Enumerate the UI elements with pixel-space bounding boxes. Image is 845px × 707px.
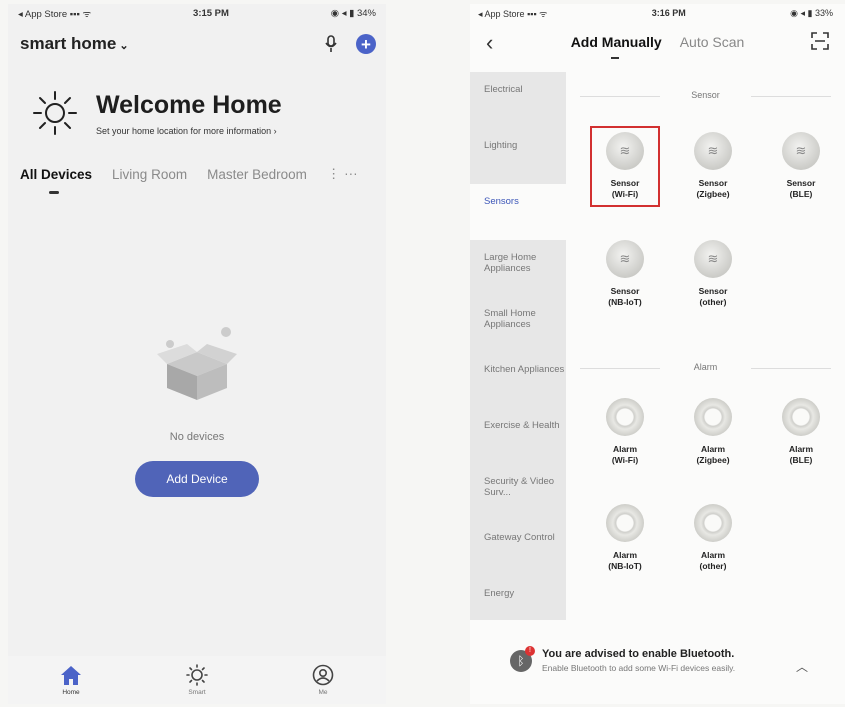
sensor-icon: ≋ (782, 132, 820, 170)
sensor-icon: ≋ (694, 132, 732, 170)
microphone-icon[interactable] (324, 35, 338, 53)
device-sensor-wifi[interactable]: ≋ Sensor (Wi-Fi) (590, 126, 660, 208)
tab-master-bedroom[interactable]: Master Bedroom (207, 167, 307, 182)
category-gateway-control[interactable]: Gateway Control (470, 520, 566, 576)
chevron-up-icon[interactable]: ︿ (796, 658, 808, 675)
bottom-tab-bar: Home Smart Me (8, 656, 386, 704)
device-sensor-zigbee[interactable]: ≋ Sensor (Zigbee) (678, 132, 748, 199)
room-tabs: All Devices Living Room Master Bedroom ⋮… (8, 166, 386, 194)
device-alarm-ble[interactable]: Alarm (BLE) (766, 398, 836, 465)
status-carrier: ◂ App Store ▪▪▪ ᯤ (478, 8, 548, 19)
more-tabs-button[interactable]: ⋮ ··· (327, 166, 358, 182)
chevron-down-icon: ⌄ (119, 40, 129, 52)
device-alarm-nbiot[interactable]: Alarm (NB-IoT) (590, 504, 660, 571)
category-sensors[interactable]: Sensors (470, 184, 566, 240)
status-time: 3:16 PM (651, 8, 686, 18)
device-alarm-wifi[interactable]: Alarm (Wi-Fi) (590, 398, 660, 465)
profile-icon (312, 664, 334, 686)
bluetooth-icon: ᛒ! (510, 646, 535, 672)
home-icon (61, 666, 81, 685)
warning-badge: ! (525, 646, 535, 656)
home-selector-label: smart home (20, 34, 117, 53)
add-icon[interactable]: + (356, 34, 376, 54)
category-small-home-appliances[interactable]: Small Home Appliances (470, 296, 566, 352)
section-alarm-header: Alarm (566, 362, 845, 372)
section-sensor-header: Sensor (566, 90, 845, 100)
welcome-subtitle: Set your home location for more informat… (96, 125, 277, 136)
category-large-home-appliances[interactable]: Large Home Appliances (470, 240, 566, 296)
welcome-banner[interactable]: Welcome Home Set your home location for … (8, 60, 386, 136)
category-sidebar: Electrical Lighting Sensors Large Home A… (470, 72, 566, 620)
sensor-icon: ≋ (694, 240, 732, 278)
tab-auto-scan[interactable]: Auto Scan (680, 34, 745, 50)
sensor-icon: ≋ (606, 132, 644, 170)
device-sensor-other[interactable]: ≋ Sensor (other) (678, 240, 748, 307)
smart-sun-icon (186, 664, 208, 686)
add-device-button[interactable]: Add Device (135, 461, 259, 497)
status-carrier: ◂ App Store ▪▪▪ ᯤ (18, 8, 92, 20)
header: smart home ⌄ + (8, 22, 386, 60)
category-electrical[interactable]: Electrical (470, 72, 566, 128)
home-screen: ◂ App Store ▪▪▪ ᯤ 3:15 PM ◉ ◂ ▮ 34% smar… (8, 4, 386, 704)
sun-icon (33, 91, 77, 135)
device-grid: Sensor ≋ Sensor (Wi-Fi) ≋ Sensor (Zigbee) … (566, 72, 845, 620)
category-kitchen-appliances[interactable]: Kitchen Appliances (470, 352, 566, 408)
home-selector[interactable]: smart home ⌄ (20, 34, 129, 54)
tab-me-label: Me (318, 689, 328, 696)
status-battery: ◉ ◂ ▮ 34% (330, 7, 376, 19)
tab-add-manually[interactable]: Add Manually (571, 34, 662, 59)
category-security-video[interactable]: Security & Video Surv... (470, 464, 566, 520)
status-battery: ◉ ◂ ▮ 33% (790, 7, 833, 18)
tab-home[interactable]: Home (59, 664, 83, 696)
category-exercise-health[interactable]: Exercise & Health (470, 408, 566, 464)
bluetooth-notice[interactable]: ᛒ! You are advised to enable Bluetooth. … (510, 644, 830, 688)
device-sensor-nbiot[interactable]: ≋ Sensor (NB-IoT) (590, 240, 660, 307)
tab-smart-label: Smart (188, 689, 206, 696)
tab-me[interactable]: Me (311, 664, 335, 696)
category-browser: Electrical Lighting Sensors Large Home A… (470, 72, 845, 620)
tab-all-devices[interactable]: All Devices (20, 167, 92, 194)
notice-subtitle: Enable Bluetooth to add some Wi-Fi devic… (542, 663, 736, 673)
empty-state: No devices Add Device (8, 324, 386, 497)
back-button[interactable]: ‹ (486, 30, 493, 56)
tab-smart[interactable]: Smart (185, 664, 209, 696)
status-bar: ◂ App Store ▪▪▪ ᯤ 3:15 PM ◉ ◂ ▮ 34% (8, 4, 386, 22)
sensor-icon: ≋ (606, 240, 644, 278)
welcome-title: Welcome Home (96, 90, 282, 119)
add-device-screen: ◂ App Store ▪▪▪ ᯤ 3:16 PM ◉ ◂ ▮ 33% ‹ Ad… (470, 4, 845, 704)
alarm-icon (782, 398, 820, 436)
no-devices-text: No devices (169, 431, 225, 443)
status-bar: ◂ App Store ▪▪▪ ᯤ 3:16 PM ◉ ◂ ▮ 33% (470, 4, 845, 22)
screenshot-pair: ◂ App Store ▪▪▪ ᯤ 3:15 PM ◉ ◂ ▮ 34% smar… (0, 0, 845, 707)
alarm-icon (606, 398, 644, 436)
tab-home-label: Home (62, 689, 80, 696)
alarm-icon (606, 504, 644, 542)
nav-bar: ‹ Add Manually Auto Scan (470, 22, 845, 62)
empty-box-illustration (157, 327, 237, 400)
notice-title: You are advised to enable Bluetooth. (542, 648, 735, 660)
category-lighting[interactable]: Lighting (470, 128, 566, 184)
tab-living-room[interactable]: Living Room (112, 167, 187, 182)
alarm-icon (694, 504, 732, 542)
category-energy[interactable]: Energy (470, 576, 566, 632)
status-time: 3:15 PM (193, 7, 229, 19)
device-alarm-other[interactable]: Alarm (other) (678, 504, 748, 571)
device-alarm-zigbee[interactable]: Alarm (Zigbee) (678, 398, 748, 465)
scan-icon[interactable] (811, 32, 829, 50)
alarm-icon (694, 398, 732, 436)
device-sensor-ble[interactable]: ≋ Sensor (BLE) (766, 132, 836, 199)
